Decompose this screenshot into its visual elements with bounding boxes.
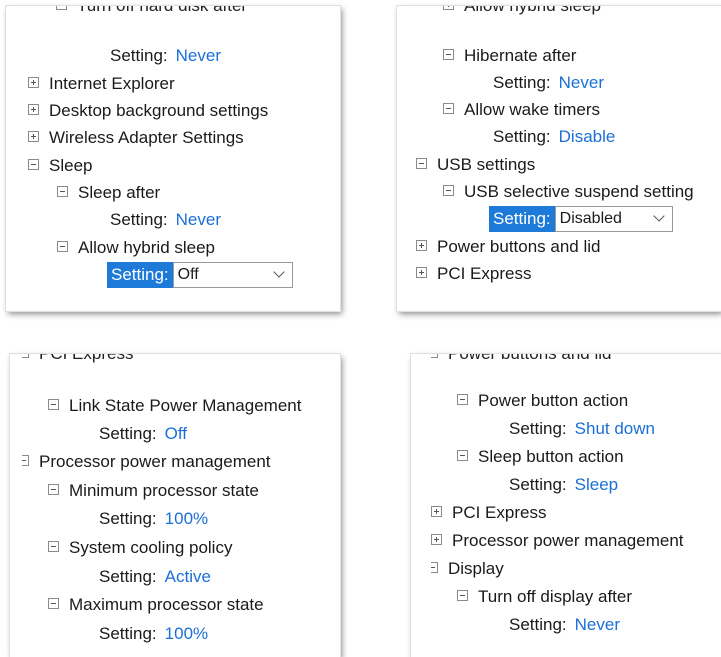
collapse-icon[interactable] <box>56 6 67 11</box>
tree-item-min-processor[interactable]: Minimum processor state <box>48 479 259 503</box>
chevron-down-icon <box>272 266 285 278</box>
setting-value-link[interactable]: 100% <box>165 624 208 643</box>
collapse-icon[interactable] <box>28 159 39 171</box>
setting-row-hybrid-sleep: Setting: Off <box>107 262 293 290</box>
setting-dropdown[interactable]: Disabled <box>554 206 673 232</box>
setting-label-selected: Setting: <box>489 206 555 232</box>
tree-item-hibernate-after[interactable]: Hibernate after <box>443 44 576 68</box>
setting-row-hard-disk: Setting: Never <box>110 46 222 65</box>
power-options-panel-usb: Allow hybrid sleep Hibernate after Setti… <box>397 6 721 311</box>
setting-row-usb-suspend: Setting: Disabled <box>489 206 673 234</box>
tree-item-processor-power[interactable]: Processor power management <box>22 450 271 474</box>
tree-item-display[interactable]: Display <box>431 557 504 581</box>
tree-item-usb-selective-suspend[interactable]: USB selective suspend setting <box>443 180 694 204</box>
expand-icon[interactable] <box>28 104 39 116</box>
expand-icon[interactable] <box>28 131 39 143</box>
tree-item-allow-hybrid-sleep[interactable]: Allow hybrid sleep <box>443 6 601 18</box>
tree-item-power-buttons-lid[interactable]: Power buttons and lid <box>431 354 612 366</box>
tree-item-processor-power[interactable]: Processor power management <box>431 529 684 553</box>
setting-row-sleep-after: Setting: Never <box>110 210 222 229</box>
setting-row-sleep-button: Setting: Sleep <box>509 475 619 494</box>
setting-value-link[interactable]: Sleep <box>575 475 618 494</box>
setting-row-max-processor: Setting: 100% <box>99 624 209 643</box>
tree-item-allow-hybrid-sleep[interactable]: Allow hybrid sleep <box>57 236 215 260</box>
expand-icon[interactable] <box>431 506 442 518</box>
setting-row-link-state: Setting: Off <box>99 424 188 443</box>
expand-icon[interactable] <box>28 77 39 89</box>
collapse-icon[interactable] <box>443 103 454 115</box>
power-options-panel-sleep: Turn off hard disk after Setting:Never I… <box>6 6 340 311</box>
tree-item-power-button-action[interactable]: Power button action <box>457 389 628 413</box>
expand-icon[interactable] <box>416 267 427 279</box>
setting-row-power-button: Setting: Shut down <box>509 419 655 438</box>
tree-item-sleep[interactable]: Sleep <box>28 154 92 178</box>
tree-item-allow-wake-timers[interactable]: Allow wake timers <box>443 98 600 122</box>
collapse-icon[interactable] <box>457 394 468 406</box>
tree-item-cooling-policy[interactable]: System cooling policy <box>48 536 232 560</box>
tree-item-max-processor[interactable]: Maximum processor state <box>48 593 264 617</box>
setting-value-link[interactable]: Active <box>165 567 211 586</box>
collapse-icon[interactable] <box>443 49 454 61</box>
expand-icon[interactable] <box>443 6 454 11</box>
collapse-icon[interactable] <box>22 455 29 467</box>
tree-item-turn-off-display[interactable]: Turn off display after <box>457 585 632 609</box>
tree-item-internet-explorer[interactable]: Internet Explorer <box>28 72 175 96</box>
setting-row-min-processor: Setting: 100% <box>99 509 209 528</box>
setting-value-link[interactable]: Disable <box>559 127 616 146</box>
setting-dropdown[interactable]: Off <box>172 262 293 288</box>
collapse-icon[interactable] <box>431 562 438 574</box>
tree-item-wireless-adapter[interactable]: Wireless Adapter Settings <box>28 126 244 150</box>
collapse-icon[interactable] <box>48 541 59 553</box>
setting-value-link[interactable]: Never <box>176 210 221 229</box>
setting-value-link[interactable]: 100% <box>165 509 208 528</box>
tree-item-power-buttons-lid[interactable]: Power buttons and lid <box>416 235 601 259</box>
tree-item-sleep-after[interactable]: Sleep after <box>57 181 160 205</box>
setting-value-link[interactable]: Never <box>575 615 620 634</box>
collapse-icon[interactable] <box>57 186 68 198</box>
collapse-icon[interactable] <box>457 450 468 462</box>
collapse-icon[interactable] <box>416 158 427 170</box>
tree-item-pci-express[interactable]: PCI Express <box>431 501 546 525</box>
tree-item-pci-express[interactable]: PCI Express <box>22 354 133 366</box>
collapse-icon[interactable] <box>48 598 59 610</box>
tree-item-desktop-background[interactable]: Desktop background settings <box>28 99 268 123</box>
chevron-down-icon <box>652 210 665 222</box>
tree-item-usb-settings[interactable]: USB settings <box>416 153 535 177</box>
tree-item-link-state[interactable]: Link State Power Management <box>48 394 301 418</box>
setting-value-link[interactable]: Never <box>176 46 221 65</box>
setting-value-link[interactable]: Never <box>559 73 604 92</box>
collapse-icon[interactable] <box>48 484 59 496</box>
setting-row-cooling: Setting: Active <box>99 567 211 586</box>
expand-icon[interactable] <box>416 240 427 252</box>
setting-value-link[interactable]: Off <box>165 424 187 443</box>
setting-value-link[interactable]: Shut down <box>575 419 655 438</box>
setting-row-hibernate: Setting: Never <box>493 73 605 92</box>
tree-item-sleep-button-action[interactable]: Sleep button action <box>457 445 624 469</box>
collapse-icon[interactable] <box>48 399 59 411</box>
expand-icon[interactable] <box>431 534 442 546</box>
tree-item-pci-express[interactable]: PCI Express <box>416 262 531 286</box>
collapse-icon[interactable] <box>57 241 68 253</box>
power-options-panel-buttons: Power buttons and lid Power button actio… <box>411 354 721 657</box>
setting-label-selected: Setting: <box>107 262 173 288</box>
collapse-icon[interactable] <box>443 185 454 197</box>
collapse-icon[interactable] <box>457 590 468 602</box>
collapse-icon[interactable] <box>22 354 29 359</box>
tree-item-turn-off-hard-disk[interactable]: Turn off hard disk after <box>56 6 247 18</box>
setting-row-display: Setting: Never <box>509 615 621 634</box>
collapse-icon[interactable] <box>431 354 438 359</box>
power-options-panel-processor: PCI Express Link State Power Management … <box>10 354 340 657</box>
setting-row-wake-timers: Setting: Disable <box>493 127 616 146</box>
